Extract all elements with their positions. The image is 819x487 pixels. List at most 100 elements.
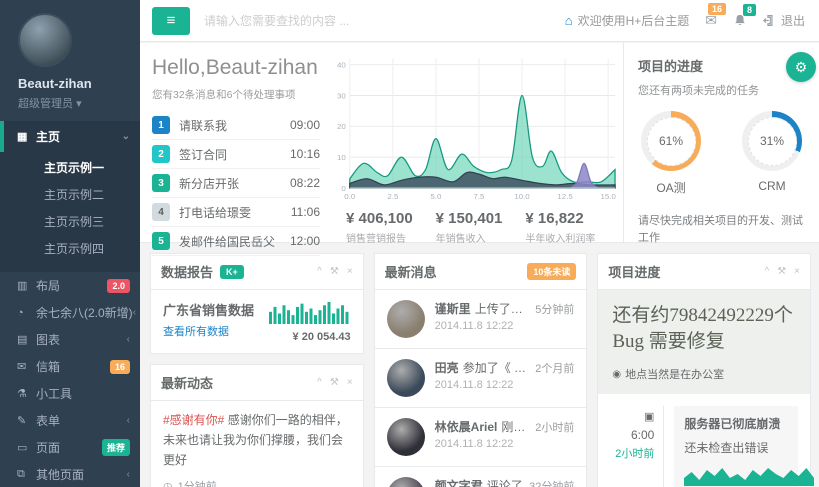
notifications-button[interactable]: 8 <box>733 13 747 28</box>
svg-text:2.5: 2.5 <box>387 192 398 201</box>
sidebar-item-余七余八(2.0新增)[interactable]: ◔余七余八(2.0新增)‹ <box>0 299 140 326</box>
close-icon[interactable]: × <box>347 377 353 388</box>
timeline-time: 6:00 <box>610 428 654 442</box>
news-action: 上传了一个文件 <box>475 300 530 317</box>
svg-text:30: 30 <box>337 92 346 101</box>
sidebar-item-主页[interactable]: ▦主页⌄ <box>0 121 140 152</box>
news-author[interactable]: 林依晨Ariel <box>435 418 498 435</box>
news-item[interactable]: 谨斯里上传了一个文件5分钟前2014.11.8 12:22 <box>375 290 587 349</box>
logout-button[interactable]: 退出 <box>763 12 805 29</box>
settings-fab-button[interactable]: ⚙ <box>786 52 816 82</box>
profile-section: Beaut-zihan 超级管理员 ▾ <box>0 0 140 121</box>
todo-list: 1请联系我09:002签订合同10:163新分店开张08:224打电话给璟雯11… <box>152 111 320 256</box>
stat-block: ¥ 406,100 销售营销报告 <box>346 210 436 245</box>
submenu-item-主页示例四[interactable]: 主页示例四 <box>0 236 140 263</box>
clock-icon: ◷ <box>163 478 173 487</box>
wrench-icon[interactable]: ⚒ <box>330 266 339 277</box>
svg-text:12.5: 12.5 <box>557 192 572 201</box>
news-body: 颜文字君评论了32分钟前2014.11.8 12:22【九部令人拍案叫绝的惊悚悬… <box>435 477 575 487</box>
news-author[interactable]: 田亮 <box>435 359 459 376</box>
sidebar-item-信箱[interactable]: ✉信箱16 <box>0 353 140 380</box>
chevron-left-icon: ‹ <box>127 415 130 426</box>
todo-time: 11:06 <box>291 205 320 219</box>
sidebar-item-页面[interactable]: ▭页面推荐 <box>0 434 140 461</box>
news-avatar[interactable] <box>387 300 425 338</box>
collapse-icon[interactable]: ^ <box>317 377 322 388</box>
stat-value: ¥ 406,100 <box>346 210 436 227</box>
stat-label: 年销售收入 <box>436 230 526 245</box>
unread-count-badge: 10条未读 <box>527 263 576 280</box>
pages-icon: ⧉ <box>17 468 36 481</box>
news-author[interactable]: 颜文字君 <box>435 477 483 487</box>
todo-time: 10:16 <box>290 147 320 161</box>
view-all-data-link[interactable]: 查看所有数据 <box>163 323 229 339</box>
news-item[interactable]: 颜文字君评论了32分钟前2014.11.8 12:22【九部令人拍案叫绝的惊悚悬… <box>375 467 587 487</box>
logout-label: 退出 <box>781 12 805 29</box>
chevron-left-icon: ‹ <box>127 334 130 345</box>
todo-label: 发邮件给国民岳父 <box>179 233 275 250</box>
timeline-meta: ▣6:002小时前 <box>610 406 664 487</box>
wrench-icon[interactable]: ⚒ <box>777 266 786 277</box>
todo-item[interactable]: 3新分店开张08:22 <box>152 169 320 198</box>
stat-label: 半年收入利润率 <box>525 230 615 245</box>
panel-tools: ^ ⚒ × <box>317 377 353 388</box>
welcome-link[interactable]: ⌂ 欢迎使用H+后台主题 <box>565 12 690 29</box>
sales-sparkline <box>269 300 351 324</box>
sidebar-item-label: 余七余八(2.0新增) <box>36 304 133 321</box>
todo-item[interactable]: 2签订合同10:16 <box>152 140 320 169</box>
wrench-icon[interactable]: ⚒ <box>330 377 339 388</box>
sidebar-item-label: 其他页面 <box>36 466 84 483</box>
latest-activity-panel: 最新动态 ^⚒× #感谢有你# 感谢你们一路的相伴，未来也请让我为你们撑腰，我们… <box>150 364 364 487</box>
news-item[interactable]: 林依晨Ariel刚刚起床2小时前2014.11.8 12:22 <box>375 408 587 467</box>
news-item[interactable]: 田亮参加了《 爸爸去哪儿 》2个月前2014.11.8 12:22 <box>375 349 587 408</box>
sidebar-item-其他页面[interactable]: ⧉其他页面‹ <box>0 461 140 487</box>
todo-item[interactable]: 1请联系我09:00 <box>152 111 320 140</box>
news-action: 刚刚起床 <box>501 418 529 435</box>
user-role-dropdown[interactable]: 超级管理员 ▾ <box>18 95 140 111</box>
svg-text:40: 40 <box>337 61 346 70</box>
menu-toggle-button[interactable]: ≡ <box>152 7 190 35</box>
panel-tools: ^ ⚒ × <box>317 266 353 277</box>
submenu-item-主页示例一[interactable]: 主页示例一 <box>0 155 140 182</box>
todo-item[interactable]: 5发邮件给国民岳父12:00 <box>152 227 320 256</box>
todo-number-badge: 5 <box>152 232 170 250</box>
data-report-title: 数据报告 <box>161 262 213 281</box>
hashtag-link[interactable]: #感谢有你# <box>163 413 224 427</box>
grid-column-2: 最新消息 10条未读 谨斯里上传了一个文件5分钟前2014.11.8 12:22… <box>374 253 588 487</box>
collapse-icon[interactable]: ^ <box>317 266 322 277</box>
timeline-card[interactable]: 服务器已彻底崩溃还未检查出错误 <box>674 406 798 487</box>
news-author[interactable]: 谨斯里 <box>435 300 471 317</box>
sidebar-item-布局[interactable]: ▥布局2.0 <box>0 272 140 299</box>
news-body: 林依晨Ariel刚刚起床2小时前2014.11.8 12:22 <box>435 418 575 456</box>
data-report-right: ¥ 20 054.43 <box>269 300 351 343</box>
news-action: 评论了 <box>487 477 523 487</box>
news-avatar[interactable] <box>387 359 425 397</box>
stat-label: 销售营销报告 <box>346 230 436 245</box>
news-body: 谨斯里上传了一个文件5分钟前2014.11.8 12:22 <box>435 300 575 338</box>
user-avatar[interactable] <box>18 13 72 67</box>
submenu-item-主页示例二[interactable]: 主页示例二 <box>0 182 140 209</box>
widgets-grid: 数据报告 K+ ^⚒× 广东省销售数据 查看所有数据 ¥ 20 054.43 最… <box>140 253 819 487</box>
news-avatar[interactable] <box>387 477 425 487</box>
server-load-sparkline <box>684 464 788 487</box>
todo-time: 08:22 <box>290 176 320 190</box>
messages-count-badge: 16 <box>708 3 726 15</box>
todo-label: 请联系我 <box>179 117 227 134</box>
sidebar-item-表单[interactable]: ✎表单‹ <box>0 407 140 434</box>
sidebar-item-小工具[interactable]: ⚗小工具 <box>0 380 140 407</box>
grid-column-1: 数据报告 K+ ^⚒× 广东省销售数据 查看所有数据 ¥ 20 054.43 最… <box>150 253 364 487</box>
todo-label: 打电话给璟雯 <box>179 204 251 221</box>
search-input[interactable] <box>204 14 429 28</box>
close-icon[interactable]: × <box>347 266 353 277</box>
svg-text:10: 10 <box>337 153 346 162</box>
collapse-icon[interactable]: ^ <box>765 266 770 277</box>
todo-item[interactable]: 4打电话给璟雯11:06 <box>152 198 320 227</box>
stat-block: ¥ 16,822半年收入利润率 <box>525 210 615 245</box>
submenu-item-主页示例三[interactable]: 主页示例三 <box>0 209 140 236</box>
news-avatar[interactable] <box>387 418 425 456</box>
sidebar-item-图表[interactable]: ▤图表‹ <box>0 326 140 353</box>
region-label: 广东省销售数据 <box>163 300 254 319</box>
sidebar-item-label: 页面 <box>36 439 60 456</box>
messages-button[interactable]: ✉ 16 <box>705 12 717 29</box>
close-icon[interactable]: × <box>794 266 800 277</box>
